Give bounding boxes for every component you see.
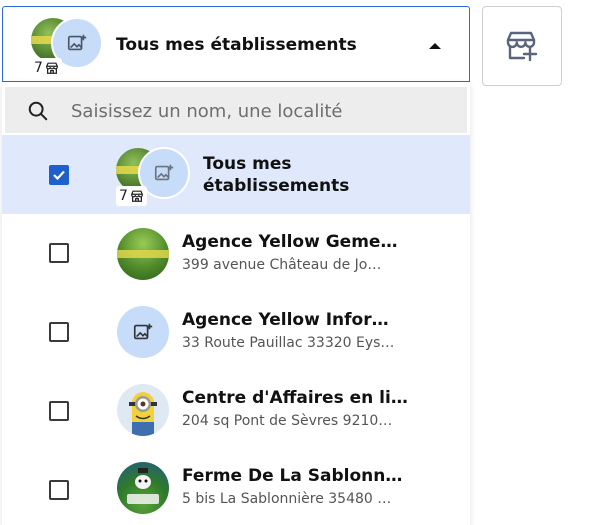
checkbox[interactable] (49, 322, 69, 342)
avatar-stack: 7 (116, 147, 196, 208)
image-placeholder-icon (117, 306, 169, 358)
store-icon (46, 62, 58, 74)
establishment-count: 7 (31, 58, 62, 78)
checkbox[interactable] (49, 165, 69, 185)
establishment-name: Ferme De La Sablonn… (182, 466, 403, 486)
store-icon (131, 190, 143, 202)
checkmark-icon (53, 170, 65, 181)
establishment-photo (117, 462, 169, 514)
establishment-count: 7 (116, 186, 147, 206)
search-input[interactable] (69, 95, 453, 127)
selector-title: Tous mes établissements (116, 35, 357, 55)
establishment-address: 204 sq Pont de Sèvres 9210… (182, 413, 393, 429)
establishment-address: 33 Route Pauillac 33320 Eys… (182, 335, 395, 351)
caret-up-icon[interactable] (429, 43, 441, 49)
establishment-address: 399 avenue Château de Jo… (182, 257, 382, 273)
avatar-stack: 7 (31, 17, 111, 78)
checkbox[interactable] (49, 243, 69, 263)
search-bar (5, 87, 467, 133)
establishment-name: Agence Yellow Infor… (182, 310, 389, 330)
establishment-address: 5 bis La Sablonnière 35480 … (182, 491, 392, 507)
list-item-all[interactable]: 7 Tous mes établissements (2, 135, 470, 214)
list-item[interactable]: Centre d'Affaires en li… 204 sq Pont de … (2, 370, 470, 448)
list-item[interactable]: Ferme De La Sablonn… 5 bis La Sablonnièr… (2, 448, 470, 525)
add-store-icon (506, 31, 538, 62)
list-item[interactable]: Agence Yellow Infor… 33 Route Pauillac 3… (2, 292, 470, 370)
establishment-photo (117, 384, 169, 436)
establishment-name: Agence Yellow Geme… (182, 232, 398, 252)
establishment-photo (117, 228, 169, 280)
establishment-name: Centre d'Affaires en li… (182, 388, 408, 408)
search-icon (28, 101, 48, 121)
establishment-selector[interactable]: 7 Tous mes établissements (2, 6, 470, 82)
list-item[interactable]: Agence Yellow Geme… 399 avenue Château d… (2, 214, 470, 292)
checkbox[interactable] (49, 480, 69, 500)
add-establishment-button[interactable] (482, 6, 562, 86)
checkbox[interactable] (49, 401, 69, 421)
list-item-label: Tous mes établissements (203, 154, 350, 196)
establishment-dropdown: 7 Tous mes établissements Agence Yellow … (2, 82, 470, 525)
